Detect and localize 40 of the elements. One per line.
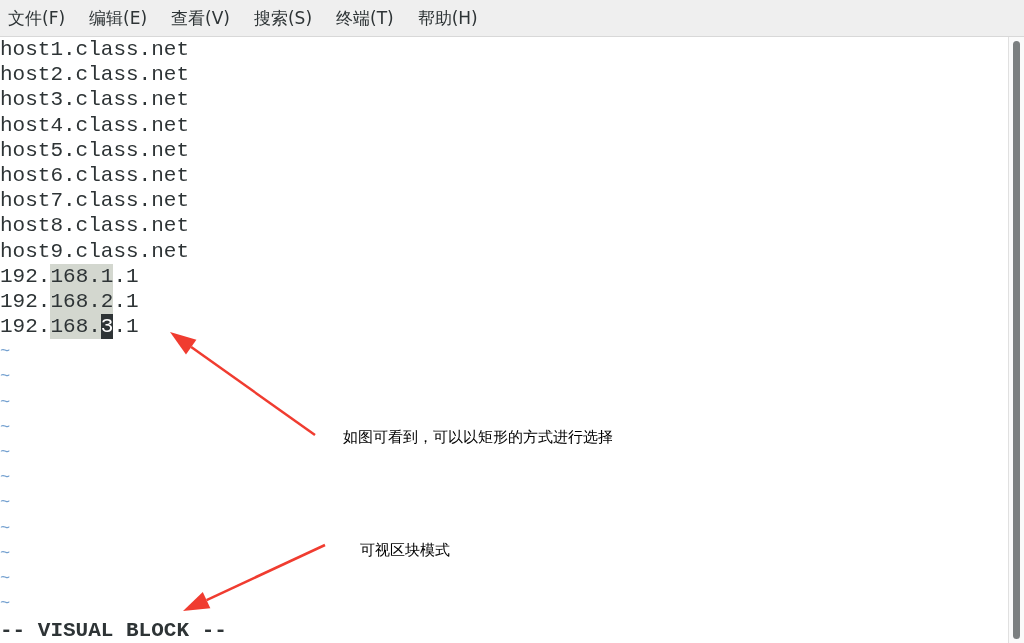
text-line: .1 (113, 288, 139, 315)
text-line: 192. (0, 288, 51, 315)
empty-line-marker: ~ (0, 518, 11, 538)
text-line: host6.class.net (0, 162, 190, 189)
empty-line-marker: ~ (0, 568, 11, 588)
selected-text: 168.1 (50, 263, 114, 289)
empty-line-marker: ~ (0, 493, 11, 513)
menu-item[interactable]: 编辑(E) (89, 6, 148, 30)
menu-item[interactable]: 搜索(S) (253, 6, 313, 30)
empty-line-marker: ~ (0, 594, 11, 614)
annotation-text: 可视区块模式 (360, 541, 450, 560)
text-line: host1.class.net (0, 37, 190, 63)
mode-indicator: -- VISUAL BLOCK -- (0, 619, 227, 643)
empty-line-marker: ~ (0, 543, 11, 563)
text-line: host2.class.net (0, 62, 190, 88)
text-line: .1 (113, 263, 139, 289)
selected-text: 168. (50, 314, 101, 340)
text-line: .1 (113, 314, 139, 340)
empty-line-marker: ~ (0, 443, 11, 462)
annotation-text: 如图可看到，可以以矩形的方式进行选择 (343, 428, 613, 447)
text-line: 192. (0, 314, 51, 340)
menu-item[interactable]: 查看(V) (171, 6, 230, 30)
text-line: host5.class.net (0, 137, 190, 163)
scrollbar-thumb[interactable] (1013, 41, 1020, 639)
menu-item[interactable]: 帮助(H) (417, 6, 478, 30)
empty-line-marker: ~ (0, 468, 11, 488)
empty-line-marker: ~ (0, 367, 11, 387)
text-line: host9.class.net (0, 238, 190, 264)
text-line: host7.class.net (0, 188, 190, 214)
menu-item[interactable]: 终端(T) (336, 6, 394, 30)
empty-line-marker: ~ (0, 342, 11, 362)
empty-line-marker: ~ (0, 392, 11, 412)
selected-text: 168.2 (50, 288, 114, 315)
text-line: 192. (0, 263, 51, 289)
text-line: host3.class.net (0, 87, 190, 113)
text-line: host8.class.net (0, 213, 190, 239)
empty-line-marker: ~ (0, 417, 11, 437)
text-line: host4.class.net (0, 112, 190, 138)
scrollbar-track[interactable] (1008, 37, 1024, 643)
menu-item[interactable]: 文件(F) (8, 6, 66, 30)
